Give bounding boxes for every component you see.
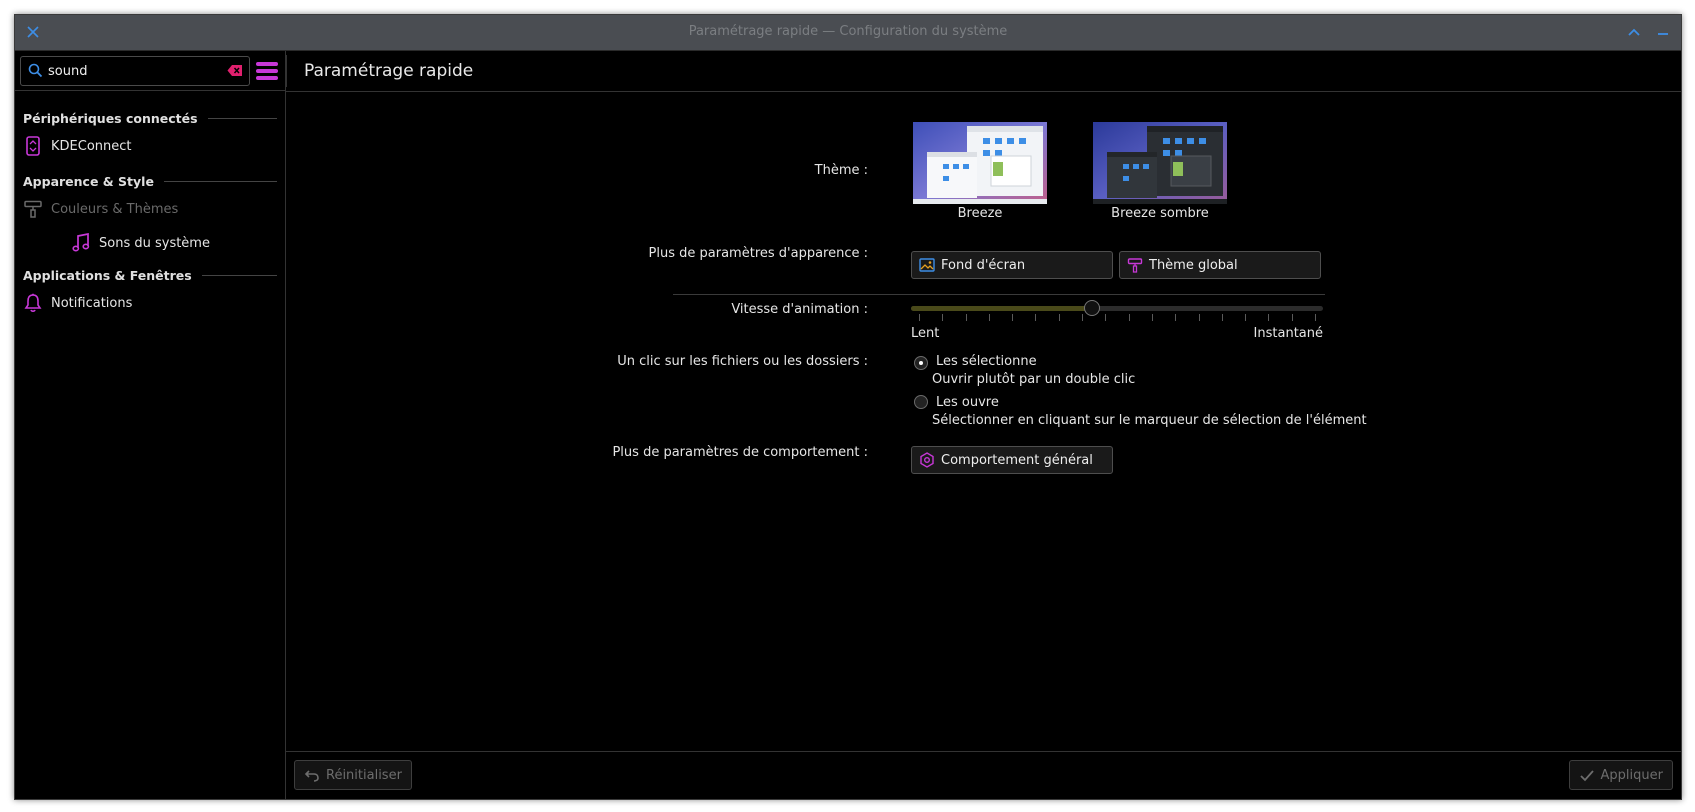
slider-tick — [966, 314, 967, 321]
sidebar-item-label: KDEConnect — [51, 138, 132, 154]
animation-speed-label: Vitesse d'animation : — [731, 302, 868, 317]
category-label: Périphériques connectés — [23, 110, 198, 126]
slider-tick — [1105, 314, 1106, 321]
slider-tick — [1222, 314, 1223, 321]
theme-caption-breeze-dark: Breeze sombre — [1111, 206, 1209, 221]
behavior-label: Plus de paramètres de comportement : — [612, 445, 868, 460]
slider-tick — [942, 314, 943, 321]
sidebar: Périphériques connectés KDEConnect Appar… — [15, 51, 286, 799]
slider-tick — [1245, 314, 1246, 321]
sidebar-item-label: Sons du système — [99, 235, 210, 251]
category-label: Apparence & Style — [23, 173, 154, 189]
global-theme-icon — [1127, 257, 1143, 273]
category-connected-devices: Périphériques connectés — [23, 109, 277, 127]
form-separator — [673, 294, 1325, 295]
gear-icon — [919, 452, 935, 468]
slider-max-label: Instantané — [1253, 326, 1323, 341]
slider-tick — [919, 314, 920, 321]
search-input[interactable] — [46, 61, 225, 81]
slider-tick — [1175, 314, 1176, 321]
sidebar-item-colors-themes[interactable]: Couleurs & Thèmes — [23, 197, 178, 221]
chevron-up-icon — [1628, 28, 1640, 36]
slider-tick — [1292, 314, 1293, 321]
animation-speed-slider[interactable] — [911, 299, 1323, 323]
click-behavior-label: Un clic sur les fichiers ou les dossiers… — [617, 354, 868, 369]
category-appearance: Apparence & Style — [23, 172, 277, 190]
search-icon — [28, 63, 43, 82]
slider-fill — [911, 306, 1092, 311]
undo-icon — [304, 767, 320, 783]
quick-settings-form: Thème : Breeze Breeze sombre Plus de par… — [286, 92, 1681, 751]
sidebar-item-label: Couleurs & Thèmes — [51, 201, 179, 217]
radio-open-label[interactable]: Les ouvre — [936, 395, 999, 410]
sidebar-item-label: Notifications — [51, 295, 133, 311]
page-header: Paramétrage rapide — [286, 51, 1681, 92]
slider-tick — [1082, 314, 1083, 321]
theme-thumbnail-breeze-dark[interactable] — [1093, 122, 1227, 204]
wallpaper-button-label: Fond d'écran — [941, 257, 1026, 273]
kdeconnect-icon — [23, 136, 43, 156]
slider-tick — [1129, 314, 1130, 321]
slider-tick — [1059, 314, 1060, 321]
paint-roller-icon — [23, 199, 43, 219]
minimize-button[interactable] — [1652, 21, 1674, 43]
hamburger-menu-icon — [256, 62, 278, 80]
slider-tick — [1268, 314, 1269, 321]
slider-tick — [1035, 314, 1036, 321]
radio-open-subtitle: Sélectionner en cliquant sur le marqueur… — [932, 413, 1367, 428]
wallpaper-icon — [919, 257, 935, 273]
sidebar-item-notifications[interactable]: Notifications — [23, 291, 132, 315]
category-applications: Applications & Fenêtres — [23, 266, 277, 284]
apply-button[interactable]: Appliquer — [1568, 760, 1673, 790]
global-theme-button-label: Thème global — [1149, 257, 1238, 273]
checkmark-icon — [1579, 767, 1595, 783]
slider-tick — [1199, 314, 1200, 321]
category-label: Applications & Fenêtres — [23, 267, 192, 283]
sidebar-item-system-sounds[interactable]: Sons du système — [71, 231, 210, 255]
sidebar-separator — [15, 90, 285, 91]
slider-tick — [1315, 314, 1316, 321]
slider-tick — [989, 314, 990, 321]
radio-open[interactable] — [914, 395, 928, 409]
reset-button[interactable]: Réinitialiser — [294, 760, 412, 790]
radio-select-label[interactable]: Les sélectionne — [936, 354, 1037, 369]
page-title: Paramétrage rapide — [304, 61, 474, 81]
sidebar-item-kdeconnect[interactable]: KDEConnect — [23, 134, 132, 158]
hamburger-menu-button[interactable] — [255, 61, 279, 81]
clear-search-icon[interactable] — [227, 64, 243, 81]
apply-button-label: Appliquer — [1600, 767, 1663, 783]
settings-window: Paramétrage rapide — Configuration du sy… — [14, 14, 1682, 800]
header-separator — [286, 55, 287, 87]
theme-label: Thème : — [814, 163, 868, 178]
title-bar: Paramétrage rapide — Configuration du sy… — [15, 15, 1681, 51]
radio-select-subtitle: Ouvrir plutôt par un double clic — [932, 372, 1136, 387]
footer-bar: Réinitialiser Appliquer — [286, 751, 1681, 799]
minimize-icon — [1658, 33, 1668, 35]
search-field[interactable] — [20, 56, 250, 86]
theme-thumbnail-breeze[interactable] — [913, 122, 1047, 204]
reset-button-label: Réinitialiser — [326, 767, 402, 783]
window-title: Paramétrage rapide — Configuration du sy… — [688, 24, 1008, 39]
general-behavior-button-label: Comportement général — [941, 452, 1093, 468]
slider-handle[interactable] — [1084, 300, 1100, 316]
keep-above-button[interactable] — [1623, 21, 1645, 43]
theme-caption-breeze: Breeze — [957, 206, 1003, 221]
appearance-label: Plus de paramètres d'apparence : — [648, 246, 868, 261]
general-behavior-button[interactable]: Comportement général — [911, 446, 1113, 474]
radio-select[interactable] — [914, 356, 928, 370]
global-theme-button[interactable]: Thème global — [1119, 251, 1321, 279]
slider-tick — [1012, 314, 1013, 321]
slider-min-label: Lent — [911, 326, 940, 341]
wallpaper-button[interactable]: Fond d'écran — [911, 251, 1113, 279]
music-note-icon — [71, 233, 91, 253]
slider-tick — [1152, 314, 1153, 321]
bell-icon — [23, 293, 43, 313]
